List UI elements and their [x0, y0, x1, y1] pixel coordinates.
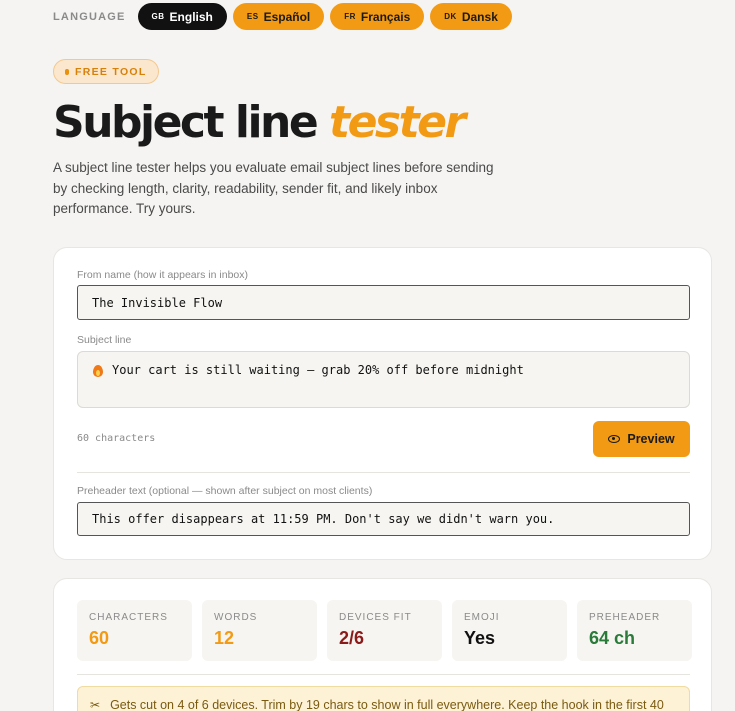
eye-icon: [608, 435, 621, 443]
scissors-icon: ✂: [90, 698, 101, 711]
language-option-danish[interactable]: DK Dansk: [430, 3, 512, 30]
stat-emoji: EMOJI Yes: [452, 600, 567, 661]
length-warning: ✂ Gets cut on 4 of 6 devices. Trim by 19…: [77, 686, 690, 711]
stat-devices-fit: DEVICES FIT 2/6: [327, 600, 442, 661]
language-option-spanish[interactable]: ES Español: [232, 3, 325, 30]
stats-divider: [77, 674, 690, 675]
results-card: CHARACTERS 60 WORDS 12 DEVICES FIT 2/6 E…: [53, 578, 712, 711]
subject-form-card: From name (how it appears in inbox) The …: [53, 247, 712, 560]
stat-preheader: PREHEADER 64 ch: [577, 600, 692, 661]
subject-line-label: Subject line: [77, 334, 132, 346]
language-label: LANGUAGE: [53, 10, 126, 23]
fire-emoji-icon: [92, 364, 104, 378]
intro-text: A subject line tester helps you evaluate…: [53, 160, 494, 216]
language-option-french[interactable]: FR Français: [330, 3, 425, 30]
preview-button[interactable]: Preview: [593, 421, 690, 457]
badge-dot-icon: [65, 68, 69, 75]
from-name-label: From name (how it appears in inbox): [77, 269, 248, 281]
free-tool-badge: FREE TOOL: [53, 59, 159, 84]
language-option-english[interactable]: GB English: [137, 3, 227, 30]
stat-words: WORDS 12: [202, 600, 317, 661]
page-title-accent: tester: [329, 97, 466, 148]
stat-characters: CHARACTERS 60: [77, 600, 192, 661]
form-divider: [77, 472, 690, 473]
page-title: Subject line tester: [53, 97, 466, 148]
preheader-label: Preheader text (optional — shown after s…: [77, 485, 373, 497]
language-selector: LANGUAGE GB English ES Español FR França…: [53, 3, 512, 30]
stats-row: CHARACTERS 60 WORDS 12 DEVICES FIT 2/6 E…: [77, 600, 692, 661]
character-count: 60 characters: [77, 433, 156, 444]
from-name-input[interactable]: The Invisible Flow: [77, 285, 690, 320]
preheader-input[interactable]: This offer disappears at 11:59 PM. Don't…: [77, 502, 690, 536]
subject-line-input[interactable]: Your cart is still waiting — grab 20% of…: [77, 351, 690, 408]
